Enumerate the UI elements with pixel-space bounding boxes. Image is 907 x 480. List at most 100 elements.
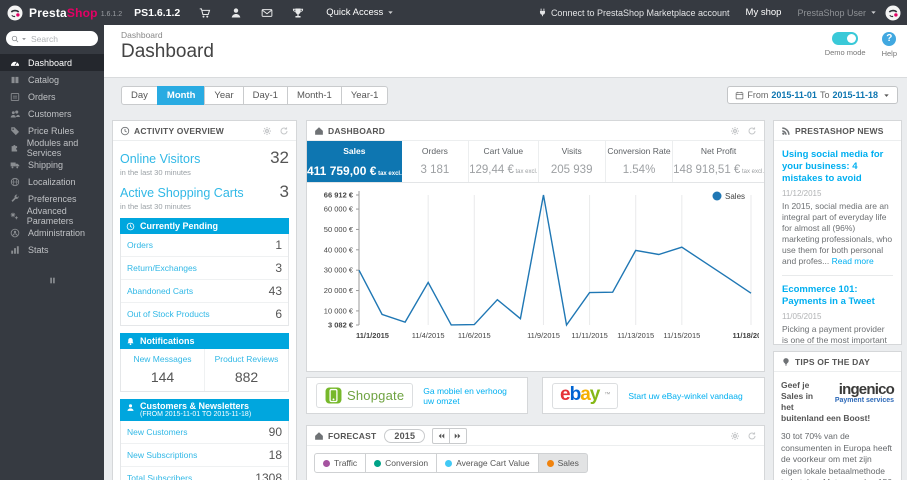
- shopgate-link[interactable]: Ga mobiel en verhoog uw omzet: [423, 386, 518, 406]
- gear-icon[interactable]: [730, 126, 740, 136]
- sidebar-item-advanced-parameters[interactable]: Advanced Parameters: [0, 206, 104, 226]
- stat-row-new-subscriptions[interactable]: New Subscriptions 18: [121, 443, 288, 466]
- range-year-1-button[interactable]: Year-1: [340, 86, 389, 105]
- sidebar-item-label: Orders: [28, 91, 56, 102]
- sidebar-item-label: Catalog: [28, 74, 60, 85]
- collapse-sidebar-button[interactable]: [0, 272, 104, 290]
- refresh-icon[interactable]: [747, 126, 757, 136]
- read-more-link[interactable]: Read more: [832, 256, 874, 266]
- stat-row-return-exchanges[interactable]: Return/Exchanges 3: [121, 256, 288, 279]
- help-button[interactable]: ?: [882, 32, 897, 46]
- kpi-cart-value[interactable]: Cart Value 129,44 € tax excl.: [469, 141, 539, 182]
- activity-icon: [120, 126, 130, 136]
- sidebar-item-localization[interactable]: Localization: [0, 173, 104, 190]
- sidebar-item-orders[interactable]: Orders: [0, 88, 104, 105]
- sidebar-search[interactable]: [6, 31, 98, 46]
- online-visitors-subtitle: in the last 30 minutes: [120, 168, 191, 177]
- date-to-value: 2015-11-18: [832, 90, 878, 100]
- admin-icon: [10, 228, 20, 238]
- active-carts-subtitle: in the last 30 minutes: [120, 202, 191, 211]
- avatar[interactable]: [885, 5, 901, 21]
- tips-panel-title: TIPS OF THE DAY: [795, 356, 870, 367]
- kpi-net-profit[interactable]: Net Profit 148 918,51 € tax excl.: [673, 141, 764, 182]
- sidebar-item-administration[interactable]: Administration: [0, 224, 104, 241]
- bars-icon: [10, 245, 20, 255]
- date-to-label: To: [819, 90, 830, 100]
- kpi-conversion-rate[interactable]: Conversion Rate 1.54%: [606, 141, 674, 182]
- customers-icon[interactable]: [230, 7, 242, 19]
- refresh-icon[interactable]: [279, 126, 289, 136]
- my-shop-link[interactable]: My shop: [746, 7, 782, 18]
- sidebar-item-dashboard[interactable]: Dashboard: [0, 54, 104, 71]
- forecast-nav: [432, 427, 468, 444]
- quick-access-menu[interactable]: Quick Access: [326, 7, 394, 18]
- date-range-tabs: Day Month Year Day-1 Month-1 Year-1: [121, 86, 389, 105]
- date-range-picker[interactable]: From 2015-11-01 To 2015-11-18: [727, 86, 898, 104]
- news-article-title[interactable]: Ecommerce 101: Payments in a Tweet: [782, 284, 893, 308]
- gear-icon[interactable]: [262, 126, 272, 136]
- legend-dot: [374, 459, 382, 467]
- kpi-visits[interactable]: Visits 205 939: [539, 141, 606, 182]
- marketplace-link[interactable]: Connect to PrestaShop Marketplace accoun…: [538, 8, 730, 18]
- active-carts-value: 3: [279, 182, 289, 201]
- kpi-sales[interactable]: Sales 411 759,00 € tax excl.: [307, 141, 402, 182]
- range-month-button[interactable]: Month: [156, 86, 206, 105]
- sidebar-item-stats[interactable]: Stats: [0, 241, 104, 258]
- svg-text:30 000 €: 30 000 €: [324, 266, 354, 275]
- sidebar-item-shipping[interactable]: Shipping: [0, 156, 104, 173]
- refresh-icon[interactable]: [747, 431, 757, 441]
- stat-row-orders[interactable]: Orders 1: [121, 234, 288, 256]
- range-year-button[interactable]: Year: [204, 86, 244, 105]
- legend-sales-button[interactable]: Sales: [537, 453, 588, 473]
- online-visitors-link[interactable]: Online Visitors: [120, 152, 200, 166]
- legend-traffic-button[interactable]: Traffic: [314, 453, 367, 473]
- stat-row-out-of-stock-products[interactable]: Out of Stock Products 6: [121, 302, 288, 325]
- notification-new-messages[interactable]: New Messages 144: [121, 349, 205, 391]
- sidebar-item-customers[interactable]: Customers: [0, 105, 104, 122]
- sidebar-item-preferences[interactable]: Preferences: [0, 190, 104, 207]
- active-carts-link[interactable]: Active Shopping Carts: [120, 186, 244, 200]
- user-label: PrestaShop User: [797, 7, 866, 18]
- range-month-1-button[interactable]: Month-1: [286, 86, 342, 105]
- badges-icon[interactable]: [292, 7, 304, 19]
- forecast-panel: FORECAST 2015 Traffic Conversion Average C…: [306, 425, 765, 480]
- cart-icon[interactable]: [199, 7, 211, 19]
- shop-name[interactable]: PS1.6.1.2: [134, 7, 180, 19]
- legend-dot: [546, 459, 554, 467]
- next-icon: [454, 432, 462, 440]
- search-input[interactable]: [29, 32, 93, 45]
- stat-row-abandoned-carts[interactable]: Abandoned Carts 43: [121, 279, 288, 302]
- sidebar-item-modules-and-services[interactable]: Modules and Services: [0, 138, 104, 158]
- forecast-prev-button[interactable]: [432, 427, 451, 444]
- sidebar-item-catalog[interactable]: Catalog: [0, 71, 104, 88]
- sales-line-chart: 66 912 € 60 000 € 50 000 € 40 000 € 30 000 €…: [309, 183, 770, 350]
- caret-down-icon[interactable]: [21, 36, 27, 42]
- svg-text:11/4/2015: 11/4/2015: [412, 331, 445, 340]
- sidebar-item-price-rules[interactable]: Price Rules: [0, 122, 104, 139]
- bell-icon: [126, 337, 135, 346]
- ebay-link[interactable]: Start uw eBay-winkel vandaag: [628, 391, 742, 401]
- notification-product-reviews[interactable]: Product Reviews 882: [205, 349, 288, 391]
- shopgate-icon: [325, 387, 342, 404]
- gear-icon[interactable]: [730, 431, 740, 441]
- legend-average-cart-value-button[interactable]: Average Cart Value: [436, 453, 539, 473]
- topbar: PrestaShop 1.6.1.2 PS1.6.1.2 Quick Acces…: [0, 0, 907, 25]
- page-header: Dashboard Dashboard Demo mode ? Help: [104, 25, 907, 78]
- breadcrumb[interactable]: Dashboard: [121, 30, 163, 40]
- legend-conversion-button[interactable]: Conversion: [365, 453, 438, 473]
- plug-icon: [538, 8, 547, 17]
- kpi-orders[interactable]: Orders 3 181: [402, 141, 470, 182]
- stat-row-new-customers[interactable]: New Customers 90: [121, 421, 288, 443]
- sidebar-item-label: Shipping: [28, 159, 64, 170]
- range-day-1-button[interactable]: Day-1: [242, 86, 288, 105]
- messages-icon[interactable]: [261, 7, 273, 19]
- forecast-year-pill[interactable]: 2015: [384, 428, 426, 443]
- news-article-title[interactable]: Using social media for your business: 4 …: [782, 149, 893, 185]
- stat-row-total-subscribers[interactable]: Total Subscribers 1308: [121, 466, 288, 480]
- sidebar: Dashboard Catalog Orders Customers Price Rul…: [0, 25, 104, 480]
- forecast-next-button[interactable]: [449, 427, 468, 444]
- user-menu[interactable]: PrestaShop User: [797, 8, 877, 18]
- range-day-button[interactable]: Day: [121, 86, 158, 105]
- demo-mode-toggle[interactable]: [832, 32, 859, 45]
- book-icon: [10, 75, 20, 85]
